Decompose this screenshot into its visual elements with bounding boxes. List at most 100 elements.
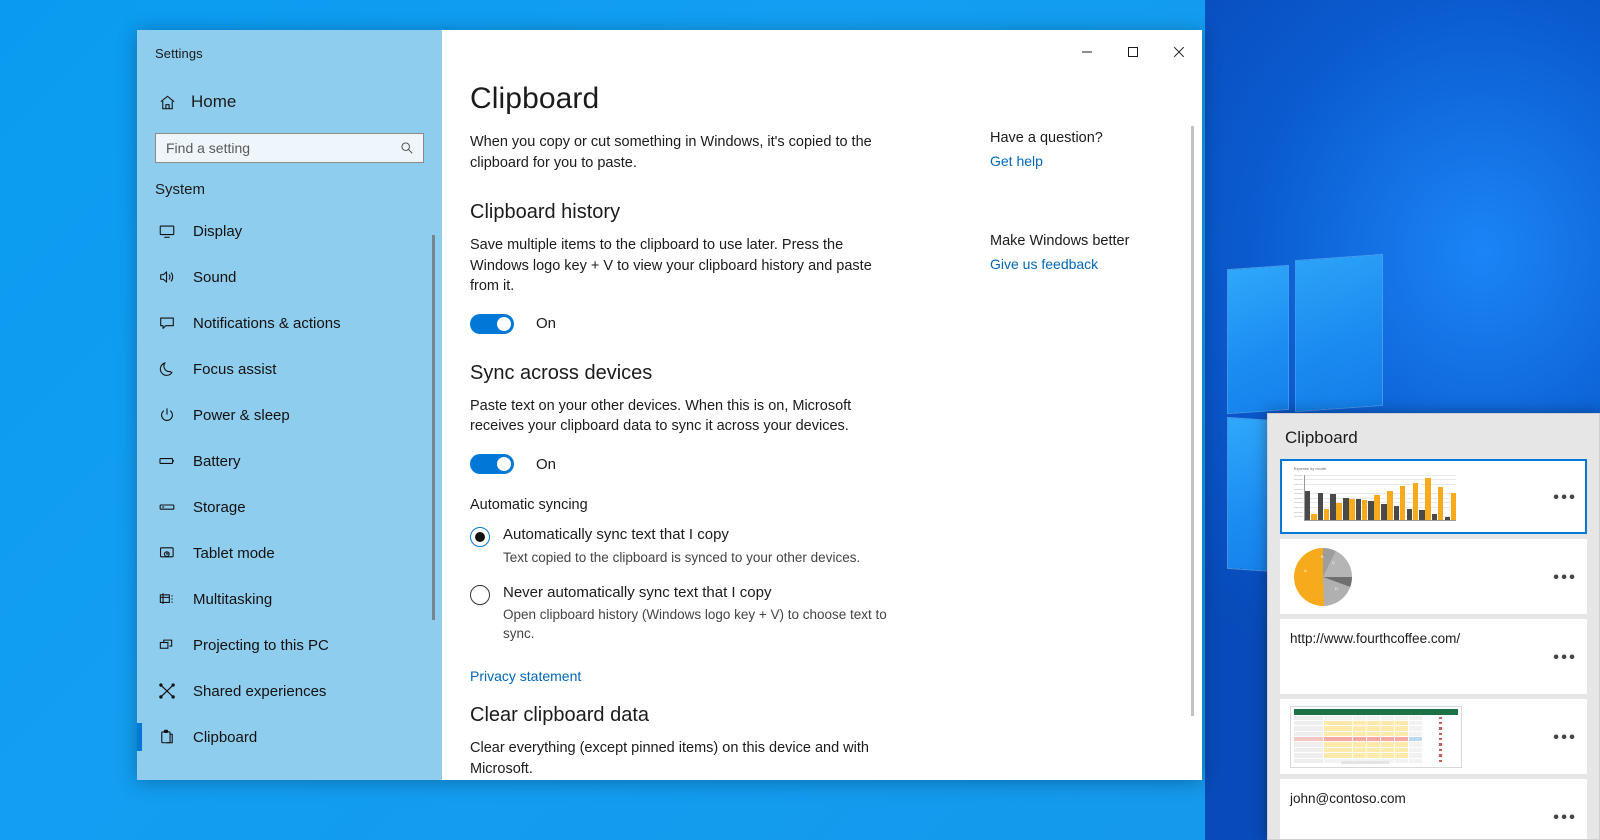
storage-icon <box>157 497 177 517</box>
sidebar-item-tablet-mode[interactable]: Tablet mode <box>137 530 442 576</box>
search-icon <box>399 140 415 156</box>
sidebar-scrollbar[interactable] <box>432 235 435 620</box>
clipboard-item-menu-icon[interactable]: ••• <box>1553 568 1577 585</box>
notification-icon <box>157 313 177 333</box>
sidebar-item-label: Display <box>193 222 243 240</box>
multitasking-icon <box>157 589 177 609</box>
help-block-question: Have a question? Get help <box>990 130 1200 171</box>
sidebar-nav-list: Display Sound Notifications & actions Fo… <box>137 208 442 760</box>
sidebar-item-label: Notifications & actions <box>193 314 341 332</box>
pie-label-d: D <box>1335 585 1338 591</box>
radio-dot <box>475 532 485 543</box>
sidebar-item-shared-experiences[interactable]: Shared experiences <box>137 668 442 714</box>
page-intro: When you copy or cut something in Window… <box>470 134 872 171</box>
clipboard-item-piechart[interactable]: A B C D ••• <box>1280 539 1587 614</box>
radio-option-texts: Automatically sync text that I copy Text… <box>503 526 860 568</box>
content-scrollbar[interactable] <box>1191 126 1194 716</box>
sidebar-item-label: Clipboard <box>193 728 258 746</box>
pie-label-b: B <box>1321 553 1324 559</box>
clipboard-history-toggle-row: On <box>470 313 1202 334</box>
radio-option-auto-sync[interactable]: Automatically sync text that I copy Text… <box>470 526 1202 568</box>
radio-button-auto-sync[interactable] <box>470 527 490 548</box>
sidebar-item-projecting[interactable]: Projecting to this PC <box>137 622 442 668</box>
barchart-thumb-title: Expense by month <box>1294 466 1327 471</box>
clear-clipboard-description: Clear everything (except pinned items) o… <box>470 740 869 777</box>
give-feedback-link[interactable]: Give us feedback <box>990 256 1098 272</box>
sidebar-item-label: Multitasking <box>193 590 273 608</box>
search-input[interactable] <box>166 140 399 156</box>
sidebar-item-clipboard[interactable]: Clipboard <box>137 714 442 760</box>
sidebar-item-multitasking[interactable]: Multitasking <box>137 576 442 622</box>
spreadsheet-thumbnail <box>1290 705 1462 768</box>
clipboard-item-menu-icon[interactable]: ••• <box>1553 808 1577 825</box>
clipboard-item-url[interactable]: http://www.fourthcoffee.com/ ••• <box>1280 619 1587 694</box>
sidebar-item-label: Storage <box>193 498 246 516</box>
sync-devices-toggle-label: On <box>536 455 557 473</box>
sync-devices-heading: Sync across devices <box>470 361 653 384</box>
clipboard-flyout-title: Clipboard <box>1285 428 1358 447</box>
help-column: Have a question? Get help Make Windows b… <box>990 130 1200 274</box>
sidebar: Settings Home Find a setting System Disp… <box>137 30 442 780</box>
radio-option-texts: Never automatically sync text that I cop… <box>503 584 901 645</box>
content-pane: Clipboard When you copy or cut something… <box>442 30 1202 780</box>
sidebar-item-sound[interactable]: Sound <box>137 254 442 300</box>
barchart-plot <box>1304 474 1457 521</box>
sidebar-group-label: System <box>155 181 206 198</box>
sidebar-item-focus-assist[interactable]: Focus assist <box>137 346 442 392</box>
clipboard-item-menu-icon[interactable]: ••• <box>1553 488 1577 505</box>
desktop: Settings Home Find a setting System Disp… <box>0 0 1600 840</box>
spreadsheet-header-bar <box>1294 708 1458 715</box>
privacy-statement-link[interactable]: Privacy statement <box>470 668 581 684</box>
sidebar-item-storage[interactable]: Storage <box>137 484 442 530</box>
automatic-syncing-label: Automatic syncing <box>470 497 588 514</box>
window-title: Settings <box>155 46 203 61</box>
sync-devices-toggle[interactable] <box>470 454 514 475</box>
sidebar-item-battery[interactable]: Battery <box>137 438 442 484</box>
monitor-icon <box>157 221 177 241</box>
sidebar-item-notifications[interactable]: Notifications & actions <box>137 300 442 346</box>
clipboard-item-barchart[interactable]: Expense by month ••• <box>1280 459 1587 534</box>
sidebar-item-display[interactable]: Display <box>137 208 442 254</box>
clipboard-item-list: Expense by month ••• A B C D ••• http://… <box>1268 459 1599 839</box>
share-icon <box>157 681 177 701</box>
help-title: Have a question? <box>990 130 1103 146</box>
windows-logo-pane <box>1228 265 1288 414</box>
radio-description: Open clipboard history (Windows logo key… <box>503 607 887 642</box>
toggle-knob <box>497 316 511 331</box>
sidebar-item-label: Sound <box>193 268 237 286</box>
clipboard-history-toggle-label: On <box>536 315 557 333</box>
sidebar-item-label: Projecting to this PC <box>193 636 329 654</box>
sidebar-item-label: Focus assist <box>193 360 277 378</box>
get-help-link[interactable]: Get help <box>990 153 1043 169</box>
search-box[interactable] <box>155 133 424 163</box>
help-title: Make Windows better <box>990 233 1130 249</box>
sync-devices-description: Paste text on your other devices. When t… <box>470 397 852 435</box>
projector-icon <box>157 635 177 655</box>
radio-label: Never automatically sync text that I cop… <box>503 583 772 601</box>
clipboard-history-toggle[interactable] <box>470 313 514 334</box>
barchart-thumbnail: Expense by month <box>1290 466 1460 528</box>
radio-option-never-sync[interactable]: Never automatically sync text that I cop… <box>470 584 1202 645</box>
clipboard-item-email[interactable]: john@contoso.com ••• <box>1280 779 1587 839</box>
sync-devices-toggle-row: On <box>470 454 1202 475</box>
speaker-icon <box>157 267 177 287</box>
clipboard-item-menu-icon[interactable]: ••• <box>1553 648 1577 665</box>
spreadsheet-footer-bar <box>1341 760 1389 764</box>
radio-button-never-sync[interactable] <box>470 584 490 605</box>
sidebar-item-power-sleep[interactable]: Power & sleep <box>137 392 442 438</box>
windows-logo-pane <box>1296 254 1382 412</box>
battery-icon <box>157 451 177 471</box>
moon-icon <box>157 359 177 379</box>
sidebar-item-home[interactable]: Home <box>157 89 442 115</box>
sidebar-item-label: Battery <box>193 452 241 470</box>
clear-clipboard-heading: Clear clipboard data <box>470 704 649 727</box>
sidebar-home-label: Home <box>191 92 237 111</box>
radio-description: Text copied to the clipboard is synced t… <box>503 549 861 565</box>
clipboard-item-spreadsheet[interactable]: ••• <box>1280 699 1587 774</box>
clipboard-item-text: http://www.fourthcoffee.com/ <box>1290 631 1461 646</box>
clipboard-icon <box>157 727 177 747</box>
sidebar-item-label: Power & sleep <box>193 406 290 424</box>
radio-label: Automatically sync text that I copy <box>503 526 729 544</box>
pie-label-a: A <box>1304 567 1307 573</box>
clipboard-item-menu-icon[interactable]: ••• <box>1553 728 1577 745</box>
